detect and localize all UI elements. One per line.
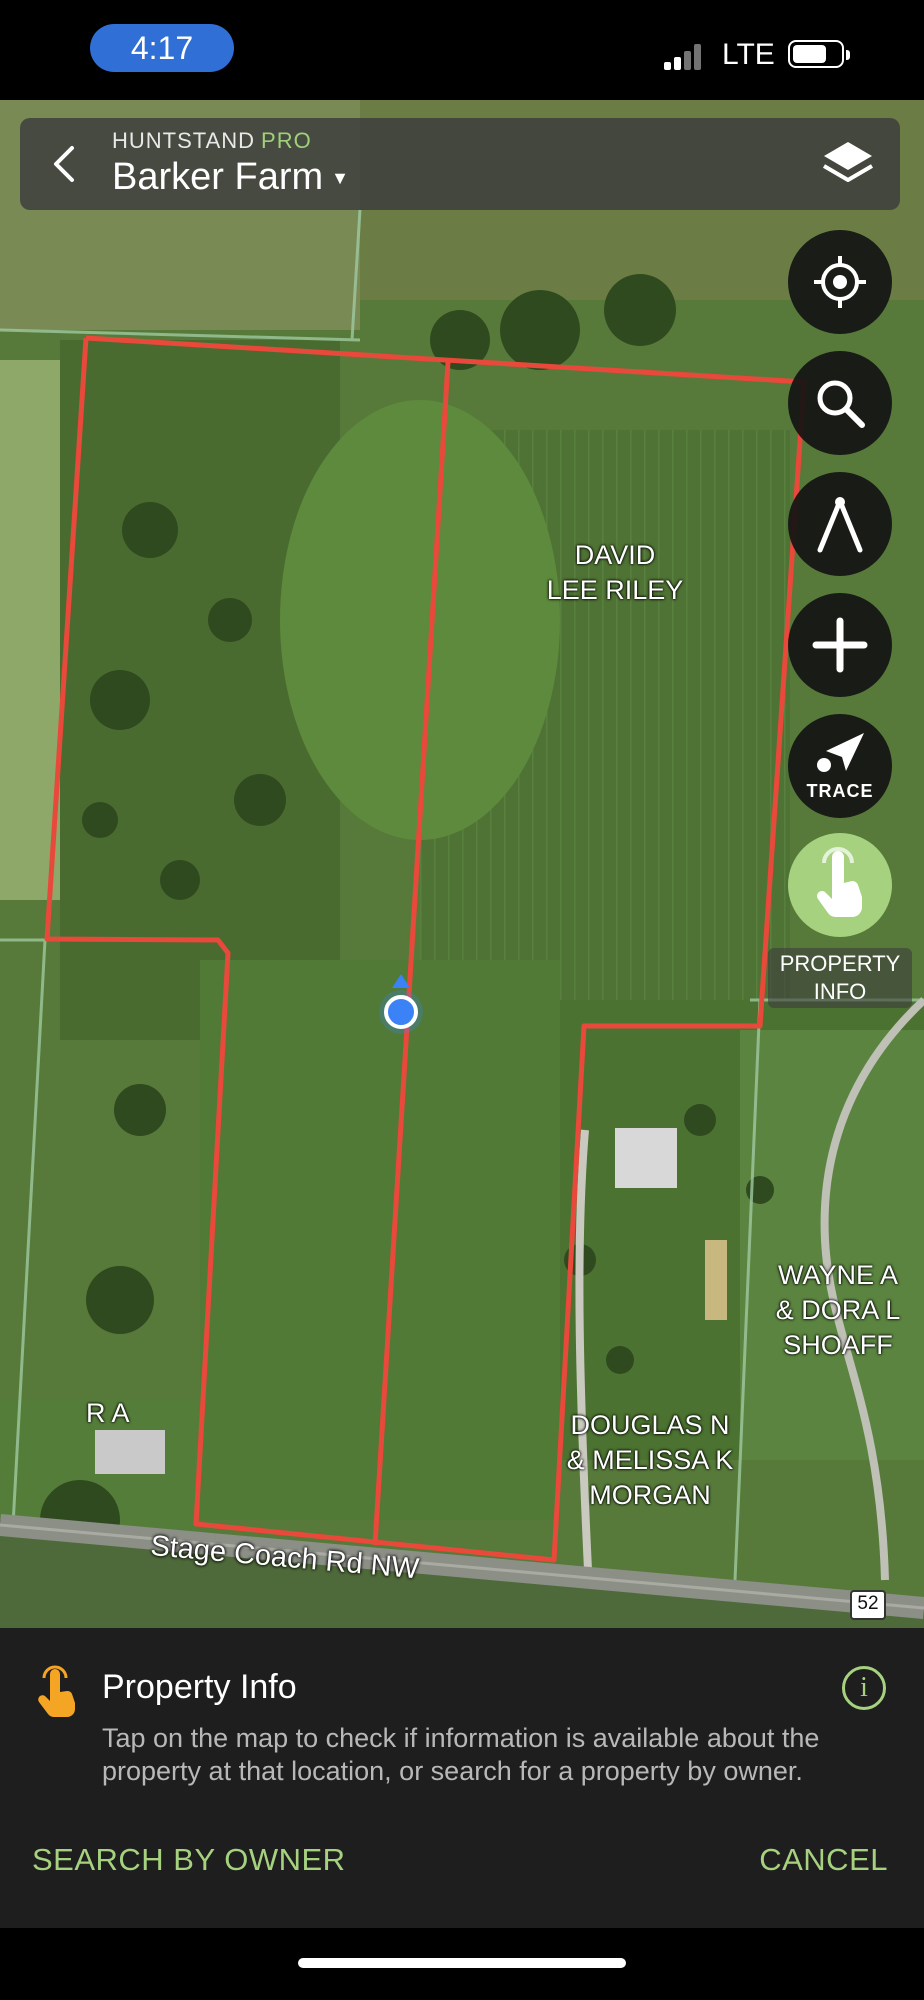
back-button[interactable]: [44, 140, 84, 188]
map-canvas: [0, 100, 924, 1628]
caret-down-icon: ▼: [331, 168, 349, 189]
parcel-label-line: LEE RILEY: [546, 575, 684, 605]
status-bar: 4:17 LTE: [0, 0, 924, 100]
pointing-hand-icon: [817, 847, 862, 917]
brand-tier: PRO: [261, 128, 312, 153]
parcel-label-ra[interactable]: R A: [86, 1398, 130, 1429]
plus-icon: [812, 617, 868, 673]
status-time: 4:17: [90, 24, 234, 72]
parcel-label-line: & DORA L: [775, 1295, 901, 1325]
parcel-label-line: SHOAFF: [783, 1330, 893, 1360]
measure-button[interactable]: [788, 472, 892, 576]
parcel-label-line: DAVID: [574, 540, 656, 570]
layers-button[interactable]: [820, 136, 876, 192]
search-icon: [817, 380, 865, 428]
panel-description: Tap on the map to check if information i…: [102, 1723, 820, 1786]
home-indicator-area: [0, 1928, 924, 2000]
parcel-label-line: & MELISSA K: [566, 1445, 734, 1475]
panel-title: Property Info: [102, 1668, 297, 1706]
trace-icon: [817, 733, 864, 772]
property-selector[interactable]: Barker Farm ▼: [112, 156, 349, 199]
parcel-label-riley[interactable]: DAVID LEE RILEY: [520, 538, 710, 608]
cellular-signal-icon: [664, 44, 704, 70]
layers-icon: [822, 142, 874, 182]
house-roof-ra: [95, 1430, 165, 1474]
battery-icon: [788, 40, 850, 68]
property-info-label-line: PROPERTY: [779, 951, 901, 976]
parcel-label-morgan[interactable]: DOUGLAS N & MELISSA K MORGAN: [550, 1408, 750, 1513]
home-indicator[interactable]: [298, 1958, 626, 1968]
property-info-panel: Property Info i Tap on the map to check …: [0, 1628, 924, 1928]
route-shield-number: 52: [857, 1593, 879, 1614]
current-location-dot: [384, 995, 418, 1029]
trace-button[interactable]: TRACE: [788, 714, 892, 818]
app-brand: HUNTSTAND PRO: [112, 128, 312, 154]
brand-name: HUNTSTAND: [112, 128, 256, 153]
satellite-map[interactable]: DAVID LEE RILEY WAYNE A & DORA L SHOAFF …: [0, 100, 924, 1628]
add-button[interactable]: [788, 593, 892, 697]
parcel-label-line: DOUGLAS N: [570, 1410, 730, 1440]
map-header: HUNTSTAND PRO Barker Farm ▼: [20, 118, 900, 210]
property-info-button[interactable]: [788, 833, 892, 937]
west-field: [0, 360, 70, 900]
compass-measure-icon: [817, 497, 863, 553]
cancel-button[interactable]: CANCEL: [759, 1842, 888, 1878]
parcel-label-line: MORGAN: [589, 1480, 711, 1510]
search-button[interactable]: [788, 351, 892, 455]
crosshair-icon: [814, 256, 866, 308]
property-info-label-line: INFO: [813, 979, 867, 1004]
house-roof: [615, 1128, 677, 1188]
parcel-label-shoaff[interactable]: WAYNE A & DORA L SHOAFF: [758, 1258, 918, 1363]
search-by-owner-button[interactable]: SEARCH BY OWNER: [32, 1842, 346, 1878]
property-name: Barker Farm: [112, 156, 324, 198]
locate-me-button[interactable]: [788, 230, 892, 334]
parcel-label-line: WAYNE A: [777, 1260, 899, 1290]
trace-label: TRACE: [806, 781, 874, 801]
info-icon[interactable]: i: [842, 1666, 886, 1710]
network-label: LTE: [722, 38, 775, 71]
pointing-hand-icon: [34, 1660, 80, 1718]
property-info-label: PROPERTY INFO: [768, 948, 912, 1008]
chevron-left-icon: [54, 146, 74, 182]
